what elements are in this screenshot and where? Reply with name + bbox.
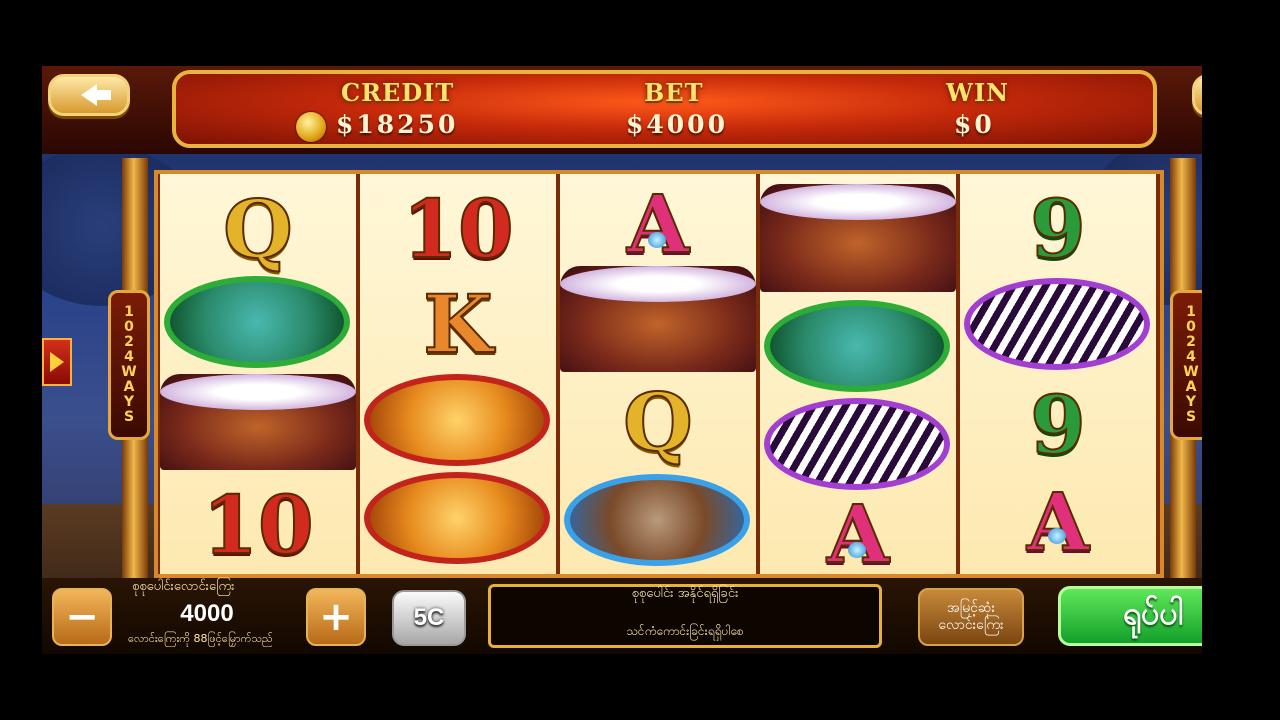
back-button[interactable]: [48, 74, 130, 116]
ways-badge-right: 1024WAYS: [1170, 290, 1202, 440]
ways-badge-left: 1024WAYS: [108, 290, 150, 440]
reel-frame: Q 10 10 K A Q A 9 9 A: [154, 170, 1164, 578]
symbol-buffalo-icon: [560, 266, 756, 372]
max-bet-button[interactable]: အမြင့်ဆုံး လောင်းကြေး: [918, 588, 1024, 646]
good-luck-message: သင်ကံကောင်းခြင်းရရှိပါစေ: [626, 624, 744, 638]
side-panel-toggle-button[interactable]: [42, 338, 72, 386]
win-value: $0: [954, 110, 995, 139]
symbol-9: 9: [1029, 378, 1087, 472]
coin-icon: [296, 112, 326, 142]
spin-button[interactable]: ရုပ်ပါ: [1058, 586, 1202, 646]
reel-1: Q 10: [160, 174, 356, 574]
symbol-10: 10: [401, 182, 514, 276]
increase-bet-button[interactable]: +: [306, 588, 366, 646]
symbol-lion-icon: [364, 374, 550, 466]
total-win-label: စုစုပေါင်း အနိုင်ရရှိခြင်း: [631, 586, 739, 601]
bet-amount: 4000: [180, 600, 234, 627]
symbol-10: 10: [201, 478, 314, 572]
reel-5: 9 9 A: [960, 174, 1156, 574]
win-label: WIN: [946, 78, 1010, 107]
symbol-elephant-icon: [764, 300, 950, 392]
symbol-elephant-icon: [164, 276, 350, 368]
symbol-q: Q: [622, 375, 694, 469]
max-bet-line-1: အမြင့်ဆုံး: [946, 600, 996, 616]
total-bet-label: စုစုပေါင်းလောင်းကြေး: [132, 579, 235, 594]
reel-2: 10 K: [360, 174, 556, 574]
max-bet-line-2: လောင်းကြေး: [938, 617, 1004, 633]
reel-4: A: [760, 174, 956, 581]
symbol-k: K: [422, 277, 494, 371]
symbol-buffalo-icon: [760, 184, 956, 292]
symbol-q: Q: [222, 182, 294, 276]
credit-bet-win-panel: CREDIT $18250 BET $4000 WIN $0: [172, 70, 1157, 148]
back-arrow-icon: [81, 84, 111, 106]
credit-value: $18250: [336, 110, 459, 139]
symbol-a: A: [826, 487, 890, 581]
symbol-a: A: [1026, 475, 1090, 569]
symbol-zebra-icon: [764, 398, 950, 490]
game-stage: CREDIT $18250 BET $4000 WIN $0 1024WAYS …: [42, 66, 1202, 654]
symbol-antelope-icon: [564, 474, 750, 566]
symbol-buffalo-icon: [160, 374, 356, 470]
reel-3: A Q: [560, 174, 756, 574]
bet-value: $4000: [626, 110, 728, 139]
decrease-bet-button[interactable]: −: [52, 588, 112, 646]
symbol-a: A: [626, 177, 690, 271]
symbol-lion-icon: [364, 472, 550, 564]
win-status-panel: စုစုပေါင်း အနိုင်ရရှိခြင်း သင်ကံကောင်းခြ…: [488, 584, 882, 648]
bet-hint: လောင်းကြေးကို 88ဖြင့်မြှောက်သည်: [128, 632, 273, 645]
coin-value-button[interactable]: 5C: [392, 590, 466, 646]
credit-label: CREDIT: [341, 78, 455, 107]
symbol-9: 9: [1029, 182, 1087, 276]
symbol-zebra-icon: [964, 278, 1150, 370]
bet-label: BET: [644, 78, 704, 107]
